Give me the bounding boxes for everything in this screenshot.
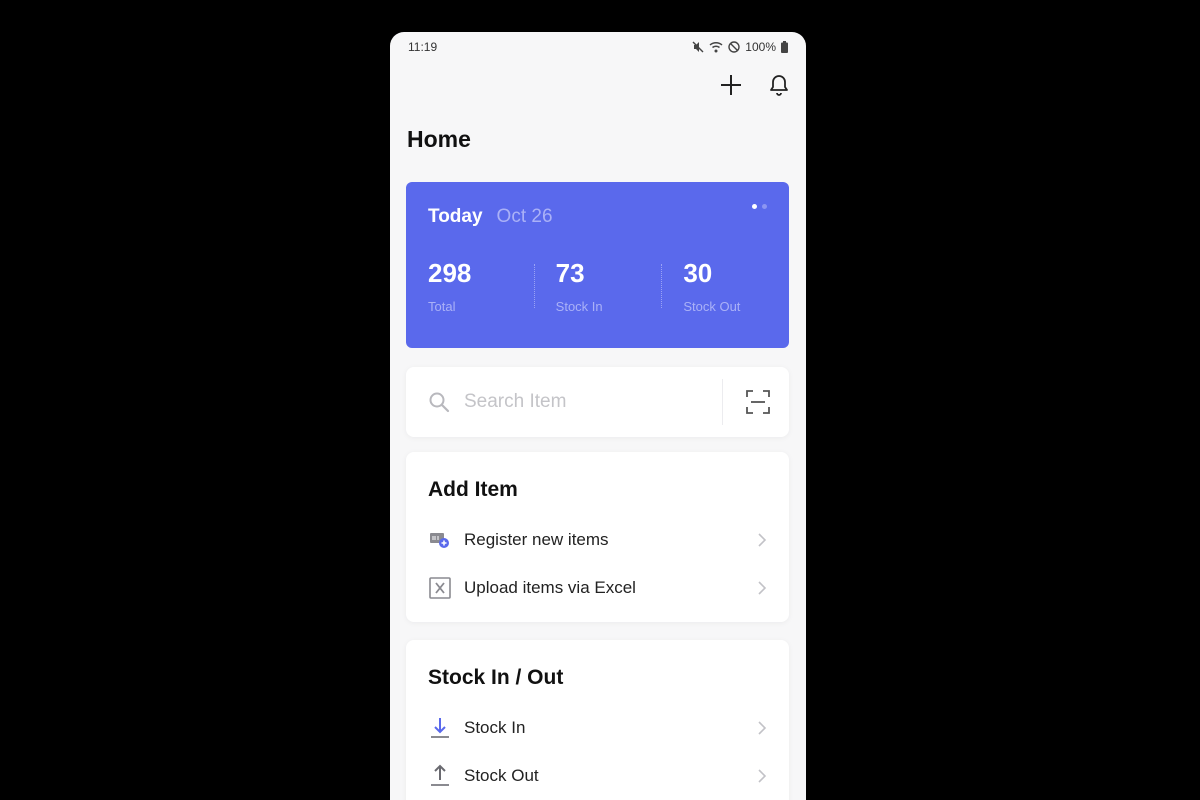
register-item-icon [428,528,452,552]
stock-in-item[interactable]: Stock In [428,712,768,744]
add-button[interactable] [718,72,744,98]
chevron-right-icon [758,581,767,595]
search-icon [429,392,450,413]
stock-out-icon [428,764,452,788]
carousel-dot-active [752,204,757,209]
add-icon [721,75,741,95]
stock-in-out-card: Stock In / Out Stock In Stock Out [406,640,789,800]
excel-icon [428,576,452,600]
battery-level: 100% [745,40,776,54]
stat-stock-in: 73 Stock In [533,258,662,314]
register-new-items-item[interactable]: Register new items [428,524,768,556]
notifications-button[interactable] [766,72,792,98]
stat-stock-out: 30 Stock Out [661,258,789,314]
stock-out-item[interactable]: Stock Out [428,760,768,792]
summary-today-label: Today [428,206,483,227]
add-item-card: Add Item Register new items Upload items… [406,452,789,622]
stat-value: 30 [683,258,713,288]
page-title: Home [407,126,471,152]
stat-label: Stock Out [683,299,741,314]
search-box [406,367,789,437]
search-divider [722,379,723,425]
search-input[interactable] [462,390,716,414]
upload-via-excel-item[interactable]: Upload items via Excel [428,572,768,604]
stat-value: 73 [555,258,585,288]
dnd-icon [728,41,740,53]
wifi-icon [709,41,723,53]
summary-header: Today Oct 26 [428,206,553,228]
carousel-dots [752,204,767,209]
menu-item-label: Stock Out [464,766,539,785]
barcode-scan-icon[interactable] [745,389,771,415]
status-bar: 11:19 100% [390,32,806,62]
stock-in-icon [428,716,452,740]
carousel-dot [762,204,767,209]
section-title: Stock In / Out [428,666,564,689]
summary-date: Oct 26 [496,206,553,227]
top-actions [718,72,792,98]
chevron-right-icon [758,533,767,547]
status-icons: 100% [692,40,788,54]
bell-icon [770,75,788,96]
menu-item-label: Register new items [464,530,609,549]
summary-stats: 298 Total 73 Stock In 30 Stock Out [406,258,789,314]
stat-label: Stock In [555,299,603,314]
stat-total: 298 Total [406,258,534,314]
stat-label: Total [428,299,456,314]
stat-value: 298 [428,258,472,288]
status-time: 11:19 [408,40,438,54]
battery-icon [781,41,788,53]
chevron-right-icon [758,769,767,783]
menu-item-label: Upload items via Excel [464,578,636,597]
today-summary-card[interactable]: Today Oct 26 298 Total 73 Stock In 30 St… [406,182,789,348]
section-title: Add Item [428,478,518,501]
menu-item-label: Stock In [464,718,526,737]
phone-screen: 11:19 100% Home Today Oct 26 298 Total 7… [390,32,806,800]
chevron-right-icon [758,721,767,735]
mute-icon [692,41,704,53]
